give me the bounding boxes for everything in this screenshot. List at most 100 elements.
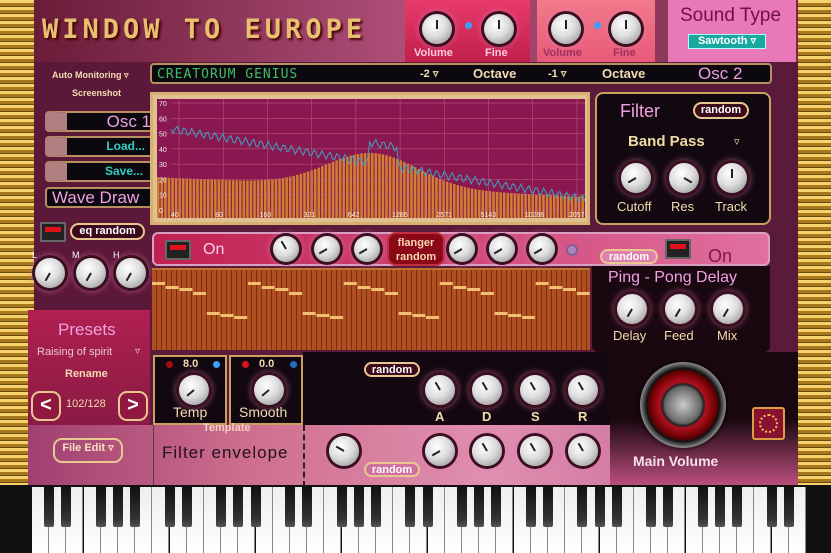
fx-knob-1[interactable] (273, 236, 299, 262)
black-key[interactable] (233, 487, 244, 527)
envelope-amount-knob[interactable] (329, 436, 359, 466)
osc1-volume-knob[interactable] (422, 14, 452, 44)
osc1-fine-knob[interactable] (484, 14, 514, 44)
black-key[interactable] (646, 487, 657, 527)
prev-preset-button[interactable]: < (31, 391, 61, 421)
preset-select-arrow[interactable]: ▿ (135, 346, 140, 357)
decay-knob[interactable] (472, 375, 502, 405)
temp-knob[interactable] (179, 375, 209, 405)
fx-knob-4[interactable] (449, 236, 475, 262)
right-border (798, 0, 831, 487)
black-key[interactable] (336, 487, 347, 527)
track-knob[interactable] (717, 163, 747, 193)
x-tick-label: 10286 (525, 212, 545, 218)
auto-monitoring-select[interactable]: Auto Monitoring ▿ (52, 70, 129, 81)
mix-knob[interactable] (713, 294, 743, 324)
attack-knob[interactable] (425, 375, 455, 405)
flanger-random-button[interactable]: flanger random (387, 232, 445, 266)
rename-button[interactable]: Rename (65, 368, 108, 380)
black-key[interactable] (371, 487, 381, 527)
osc2-fine-knob[interactable] (611, 14, 641, 44)
res-knob[interactable] (669, 163, 699, 193)
delay-random-button[interactable]: random (600, 249, 658, 264)
spectrum-bar (292, 175, 296, 218)
black-key[interactable] (594, 487, 605, 527)
sequencer-step (206, 312, 220, 315)
wave-draw-button[interactable]: Wave Draw (45, 187, 163, 208)
black-key[interactable] (715, 487, 725, 527)
delay-knob[interactable] (617, 294, 647, 324)
black-key[interactable] (216, 487, 227, 527)
black-key[interactable] (61, 487, 72, 527)
black-key[interactable] (697, 487, 708, 527)
osc1-octave-select[interactable]: -2 ▿ (420, 67, 438, 80)
black-key[interactable] (474, 487, 485, 527)
black-key[interactable] (405, 487, 416, 527)
black-key[interactable] (250, 487, 261, 527)
black-key[interactable] (457, 487, 467, 527)
osc2-octave-select[interactable]: -1 ▿ (548, 67, 566, 80)
filter-random-button[interactable]: random (693, 102, 749, 119)
osc2-volume-knob[interactable] (551, 14, 581, 44)
load-button[interactable]: Load... (45, 136, 163, 157)
black-key[interactable] (577, 487, 588, 527)
fx-on-toggle[interactable] (165, 240, 191, 260)
fx-knob-3[interactable] (354, 236, 380, 262)
osc2-label[interactable]: Osc 2 (698, 64, 742, 84)
adsr-random-top-button[interactable]: random (364, 362, 420, 377)
filter-decay-knob[interactable] (472, 436, 502, 466)
filter-release-knob[interactable] (568, 436, 598, 466)
black-key[interactable] (663, 487, 674, 527)
x-tick-label: 1285 (392, 212, 408, 218)
black-key[interactable] (611, 487, 622, 527)
black-key[interactable] (44, 487, 55, 527)
eq-low-label: L (32, 250, 38, 260)
filter-attack-knob[interactable] (425, 436, 455, 466)
black-key[interactable] (766, 487, 777, 527)
sound-type-select[interactable]: Sawtooth ▿ (688, 34, 766, 49)
spectrum-bar (349, 155, 353, 218)
eq-toggle[interactable] (40, 222, 66, 242)
screenshot-button[interactable]: Screenshot (72, 88, 121, 98)
main-volume-knob[interactable] (640, 362, 726, 448)
release-knob[interactable] (568, 375, 598, 405)
black-key[interactable] (285, 487, 295, 527)
fx-knob-2[interactable] (314, 236, 340, 262)
fx-knob-5[interactable] (489, 236, 515, 262)
next-preset-button[interactable]: > (118, 391, 148, 421)
cutoff-knob[interactable] (621, 163, 651, 193)
delay-on-toggle[interactable] (665, 239, 691, 259)
sustain-knob[interactable] (520, 375, 550, 405)
black-key[interactable] (783, 487, 794, 527)
save-button[interactable]: Save... (45, 161, 163, 182)
black-key[interactable] (113, 487, 123, 527)
smooth-knob[interactable] (254, 375, 284, 405)
eq-high-knob[interactable] (116, 258, 146, 288)
black-key[interactable] (353, 487, 364, 527)
black-key[interactable] (543, 487, 553, 527)
eq-random-button[interactable]: eq random (70, 223, 145, 240)
filter-type-arrow[interactable]: ▿ (734, 135, 740, 148)
adsr-random-bottom-button[interactable]: random (364, 462, 420, 477)
black-key[interactable] (422, 487, 433, 527)
filter-sustain-knob[interactable] (520, 436, 550, 466)
preset-select[interactable]: Raising of spirit (37, 346, 112, 358)
black-key[interactable] (181, 487, 192, 527)
black-key[interactable] (164, 487, 175, 527)
eq-mid-knob[interactable] (76, 258, 106, 288)
fx-knob-6[interactable] (529, 236, 555, 262)
x-tick-label: 321 (304, 212, 316, 218)
black-key[interactable] (732, 487, 743, 527)
filter-type-select[interactable]: Band Pass (628, 133, 705, 150)
black-key[interactable] (95, 487, 106, 527)
x-tick-label: 20572 (569, 212, 585, 218)
file-edit-button[interactable]: File Edit ▿ (53, 438, 123, 463)
black-key[interactable] (525, 487, 536, 527)
feed-knob[interactable] (665, 294, 695, 324)
black-key[interactable] (130, 487, 141, 527)
eq-low-knob[interactable] (35, 258, 65, 288)
osc1-button[interactable]: Osc 1 (45, 111, 163, 132)
sequencer-grid[interactable] (152, 268, 590, 350)
black-key[interactable] (302, 487, 313, 527)
black-key[interactable] (491, 487, 502, 527)
